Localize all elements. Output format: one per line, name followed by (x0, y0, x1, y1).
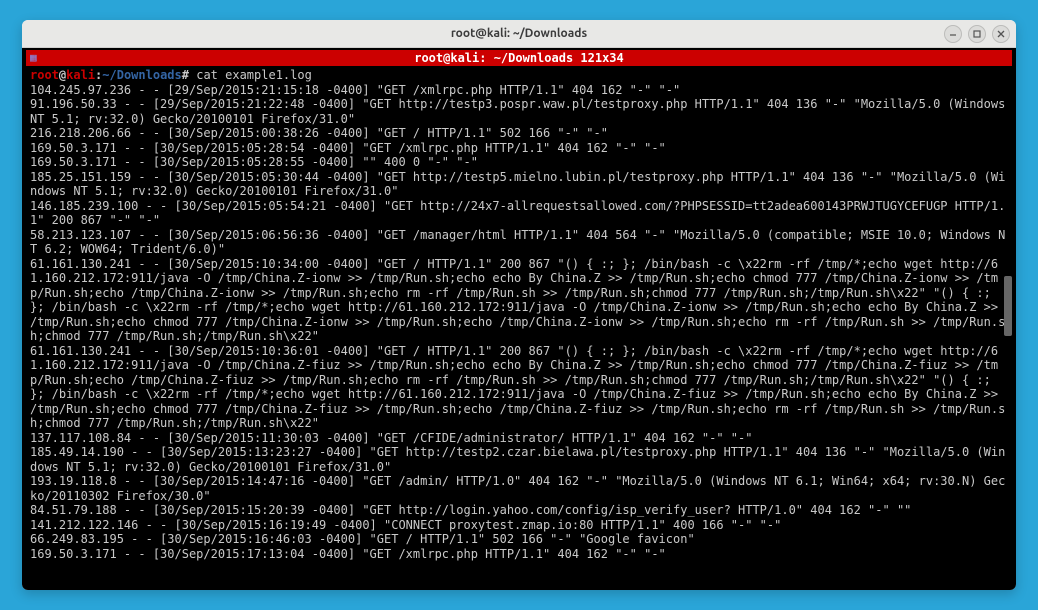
minimize-icon (948, 29, 958, 39)
prompt-path: ~/Downloads (102, 68, 181, 82)
app-window: root@kali: ~/Downloads ▦ root@kali: ~/Do… (22, 20, 1016, 590)
terminal-tab-header: ▦ root@kali: ~/Downloads 121x34 (26, 50, 1012, 66)
prompt-host: kali (66, 68, 95, 82)
terminal[interactable]: ▦ root@kali: ~/Downloads 121x34 root@kal… (22, 48, 1016, 590)
prompt-hash: # (182, 68, 189, 82)
maximize-button[interactable] (968, 25, 986, 43)
terminal-body[interactable]: root@kali:~/Downloads# cat example1.log … (26, 66, 1012, 590)
scrollbar-thumb[interactable] (1004, 276, 1012, 336)
titlebar[interactable]: root@kali: ~/Downloads (22, 20, 1016, 48)
prompt-user: root (30, 68, 59, 82)
terminal-tab-icon: ▦ (30, 51, 37, 64)
maximize-icon (972, 29, 982, 39)
log-output: 104.245.97.236 - - [29/Sep/2015:21:15:18… (30, 83, 1012, 561)
terminal-tab-label: root@kali: ~/Downloads 121x34 (414, 51, 624, 65)
close-icon (996, 29, 1006, 39)
window-title: root@kali: ~/Downloads (451, 27, 587, 40)
command-text: cat example1.log (189, 68, 312, 82)
close-button[interactable] (992, 25, 1010, 43)
minimize-button[interactable] (944, 25, 962, 43)
window-controls (944, 25, 1010, 43)
